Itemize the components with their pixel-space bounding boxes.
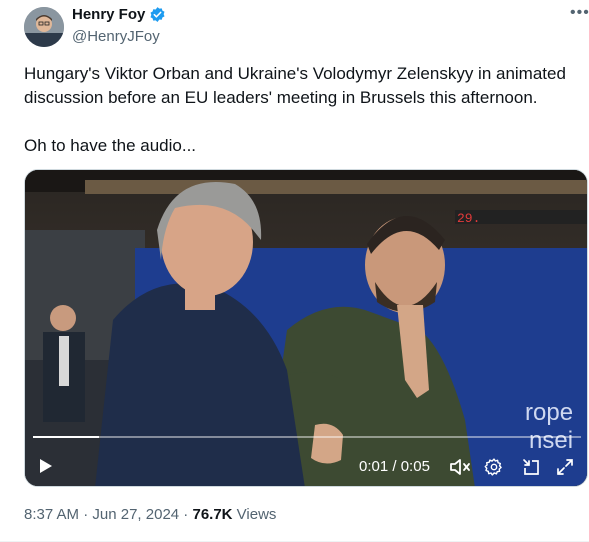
avatar[interactable] (24, 7, 64, 47)
views-count: 76.7K (192, 506, 233, 523)
picture-in-picture-icon[interactable] (521, 457, 541, 477)
author-display-name[interactable]: Henry Foy (72, 6, 145, 23)
backdrop-text-2: nsei (529, 427, 573, 454)
fullscreen-icon[interactable] (555, 457, 575, 477)
author-name-row: Henry Foy (72, 6, 166, 23)
verified-badge-icon[interactable] (149, 6, 166, 23)
ticker-text: 29. (457, 211, 480, 226)
video-duration: 0:05 (400, 458, 430, 475)
tweet-date[interactable]: Jun 27, 2024 (92, 506, 179, 523)
meta-separator: · (79, 506, 93, 523)
meta-separator-2: · (179, 506, 193, 523)
play-icon[interactable] (37, 456, 55, 476)
video-time-separator: / (388, 458, 401, 475)
video-player[interactable]: 29. rope nsei 0:01 / 0:05 (24, 169, 588, 487)
backdrop-text-1: rope (525, 399, 573, 426)
video-frame: 29. rope nsei (25, 170, 587, 486)
tweet-meta: 8:37 AM · Jun 27, 2024 · 76.7K Views (24, 506, 276, 523)
video-time: 0:01 / 0:05 (359, 458, 430, 475)
video-progress-fill (33, 436, 99, 438)
author-handle[interactable]: @HenryJFoy (72, 28, 160, 45)
views-label: Views (232, 506, 277, 523)
gear-icon[interactable] (484, 457, 504, 477)
tweet-text: Hungary's Viktor Orban and Ukraine's Vol… (24, 64, 566, 155)
volume-icon[interactable] (449, 457, 471, 477)
video-progress-bar[interactable] (33, 436, 581, 438)
tweet-time[interactable]: 8:37 AM (24, 506, 79, 523)
video-current-time: 0:01 (359, 458, 389, 475)
more-icon[interactable]: ••• (570, 4, 589, 22)
